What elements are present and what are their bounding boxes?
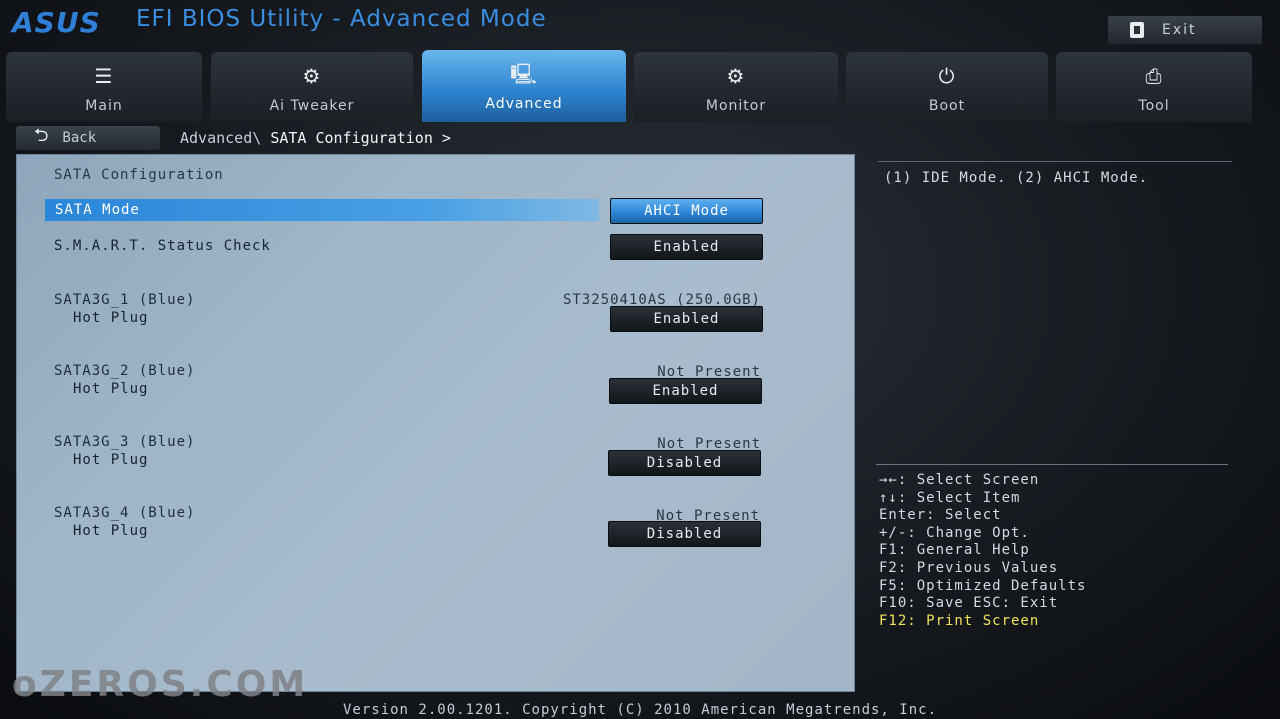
- port-1-hotplug-label: Hot Plug: [73, 310, 149, 326]
- tab-main[interactable]: ☰ Main: [6, 52, 202, 122]
- tab-advanced[interactable]: 🖳 Advanced: [422, 50, 626, 122]
- port-1-hotplug-value[interactable]: Enabled: [610, 306, 763, 332]
- breadcrumb-parent[interactable]: Advanced\: [180, 129, 261, 147]
- exit-icon: [1130, 22, 1144, 38]
- smart-value[interactable]: Enabled: [610, 234, 763, 260]
- port-4-hotplug-value[interactable]: Disabled: [608, 521, 761, 547]
- tab-label: Monitor: [705, 98, 767, 114]
- sata-mode-row[interactable]: SATA Mode: [45, 199, 599, 221]
- port-3-name: SATA3G_3 (Blue): [54, 434, 196, 450]
- port-2-hotplug-label: Hot Plug: [73, 381, 149, 397]
- key-hint: ↑↓: Select Item: [879, 489, 1021, 506]
- tab-label: Advanced: [485, 96, 563, 112]
- tab-label: Boot: [928, 98, 966, 114]
- port-4-name: SATA3G_4 (Blue): [54, 505, 196, 521]
- tab-tool[interactable]: ⎙ Tool: [1056, 52, 1252, 122]
- key-hint: F10: Save ESC: Exit: [879, 595, 1059, 612]
- help-description: (1) IDE Mode. (2) AHCI Mode.: [884, 170, 1149, 186]
- back-arrow-icon: ⮌: [34, 125, 49, 146]
- tab-boot[interactable]: ⏻ Boot: [846, 52, 1048, 122]
- app-title: EFI BIOS Utility - Advanced Mode: [136, 6, 547, 32]
- key-hint: F1: General Help: [879, 542, 1030, 559]
- tab-ai-tweaker[interactable]: ⚙ Ai Tweaker: [211, 52, 413, 122]
- exit-label: Exit: [1162, 22, 1197, 38]
- tab-label: Main: [85, 98, 123, 114]
- key-hint: F2: Previous Values: [879, 559, 1059, 576]
- settings-panel: SATA Configuration SATA Mode AHCI Mode S…: [16, 154, 855, 692]
- back-label: Back: [62, 130, 97, 146]
- port-2-name: SATA3G_2 (Blue): [54, 363, 196, 379]
- port-3-hotplug-label: Hot Plug: [73, 452, 149, 468]
- sata-mode-value[interactable]: AHCI Mode: [610, 198, 763, 224]
- key-hint: →←: Select Screen: [879, 472, 1040, 488]
- tab-monitor[interactable]: ⚙ Monitor: [634, 52, 838, 122]
- breadcrumb-current: SATA Configuration >: [270, 129, 451, 147]
- section-title: SATA Configuration: [54, 167, 224, 183]
- exit-button[interactable]: Exit: [1108, 16, 1262, 44]
- version-footer: Version 2.00.1201. Copyright (C) 2010 Am…: [342, 702, 937, 718]
- port-4-hotplug-label: Hot Plug: [73, 523, 149, 539]
- tab-label: Ai Tweaker: [269, 98, 355, 114]
- key-legend: →←: Select Screen ↑↓: Select Item Enter:…: [879, 472, 1086, 630]
- title-bar: ASUS EFI BIOS Utility - Advanced Mode Ex…: [0, 0, 1280, 50]
- tool-icon: ⎙: [1145, 64, 1163, 88]
- monitor-icon: ⚙: [726, 64, 746, 88]
- key-hint: F5: Optimized Defaults: [879, 577, 1087, 594]
- help-divider-top: [878, 161, 1232, 162]
- port-3-hotplug-value[interactable]: Disabled: [608, 450, 761, 476]
- key-hint: Enter: Select: [879, 507, 1002, 524]
- back-button[interactable]: ⮌ Back: [16, 125, 160, 150]
- watermark: oZEROS.COM: [12, 664, 309, 705]
- bios-screen: ASUS EFI BIOS Utility - Advanced Mode Ex…: [0, 0, 1280, 719]
- list-icon: ☰: [94, 64, 114, 88]
- advanced-icon: 🖳: [510, 62, 538, 86]
- tweaker-icon: ⚙: [302, 64, 322, 88]
- power-icon: ⏻: [938, 64, 956, 88]
- asus-logo: ASUS: [12, 6, 101, 39]
- help-divider-mid: [876, 464, 1228, 465]
- port-1-name: SATA3G_1 (Blue): [54, 292, 196, 308]
- smart-label: S.M.A.R.T. Status Check: [54, 238, 271, 254]
- sata-mode-label: SATA Mode: [55, 202, 140, 218]
- breadcrumb: Advanced\ SATA Configuration >: [180, 129, 451, 147]
- tab-bar: ☰ Main ⚙ Ai Tweaker 🖳 Advanced ⚙ Monitor…: [6, 50, 1256, 122]
- key-hint-highlight: F12: Print Screen: [879, 612, 1040, 629]
- tab-label: Tool: [1138, 98, 1170, 114]
- key-hint: +/-: Change Opt.: [879, 524, 1030, 541]
- port-2-hotplug-value[interactable]: Enabled: [609, 378, 762, 404]
